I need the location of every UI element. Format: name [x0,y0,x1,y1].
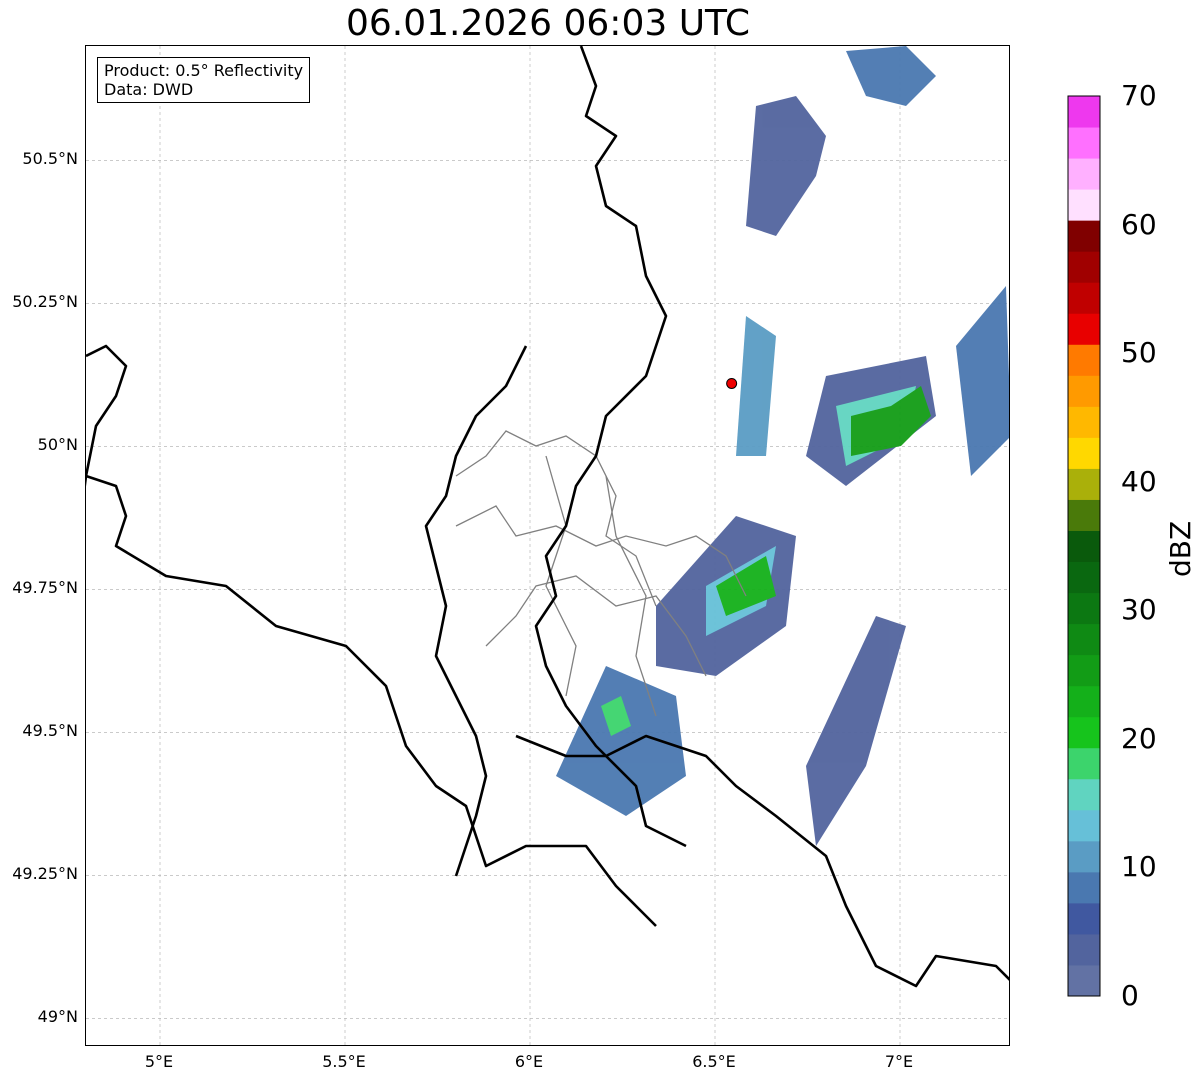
echo-band-far-east [956,286,1009,476]
plot-title: 06.01.2026 06:03 UTC [345,3,751,44]
country-borders [86,46,1009,988]
lat-tick-label: 50°N [37,435,78,455]
colorbar-segment [1068,375,1100,407]
colorbar-tick-label: 40 [1121,464,1157,498]
colorbar-segment [1068,623,1100,656]
echo-band-west [736,316,776,456]
colorbar-segment [1068,158,1100,190]
colorbar-segment [1068,189,1100,221]
border-lux-west [424,345,528,877]
colorbar-segment [1068,592,1100,625]
lon-tick-label: 6.5°E [692,1052,736,1071]
colorbar-segment [1068,344,1100,376]
colorbar-segment [1068,437,1100,469]
lat-tick-label: 49°N [37,1007,78,1027]
echo-band-north [746,96,826,236]
colorbar-segment [1068,468,1100,500]
colorbar-tick-label: 30 [1121,593,1157,627]
colorbar-segment [1068,127,1100,159]
lat-tick-label: 50.25°N [12,292,78,312]
colorbar-segment [1068,251,1100,283]
colorbar-segment [1068,902,1100,935]
map-canvas [86,46,1009,1045]
echo-northeast-strip [846,46,936,106]
border-france-north [86,474,657,927]
radar-figure: 06.01.2026 06:03 UTC Product: 0.5° Refle… [0,0,1202,1081]
colorbar-segment [1068,282,1100,314]
lon-tick-label: 6°E [514,1052,544,1071]
colorbar-segment [1068,654,1100,687]
colorbar-segment [1068,716,1100,749]
precipitation-echoes [556,46,1009,846]
colorbar-segment [1068,809,1100,842]
radar-site-marker [726,377,738,389]
lat-tick-label: 49.5°N [22,721,78,741]
colorbar-segment [1068,96,1100,128]
colorbar-segment [1068,685,1100,718]
echo-south-outer [556,666,686,816]
product-label: Product: 0.5° Reflectivity [104,61,304,80]
colorbar-segment [1068,561,1100,594]
colorbar-segment [1068,840,1100,873]
echo-band-southeast [806,616,906,846]
colorbar-tick-label: 60 [1121,207,1157,241]
border-be-west [86,344,128,487]
colorbar-tick-label: 0 [1121,979,1139,1012]
lat-tick-label: 50.5°N [22,149,78,169]
colorbar-segment [1068,747,1100,780]
colorbar-segment [1068,964,1100,997]
colorbar-segment [1068,778,1100,811]
data-source-label: Data: DWD [104,80,194,99]
colorbar [1067,95,1101,997]
lon-tick-label: 7°E [884,1052,914,1071]
lat-tick-label: 49.75°N [12,578,78,598]
radar-site-layer [726,377,738,389]
colorbar-segment [1068,933,1100,966]
product-info-box: Product: 0.5° Reflectivity Data: DWD [97,57,311,103]
colorbar-tick-label: 70 [1121,79,1157,112]
colorbar-segment [1068,220,1100,252]
colorbar-tick-label: 20 [1121,721,1157,755]
lon-tick-label: 5.5°E [322,1052,366,1071]
gridlines [86,46,1009,1045]
colorbar-segment [1068,499,1100,531]
colorbar-segment [1068,871,1100,904]
colorbar-segment [1068,406,1100,438]
colorbar-tick-label: 10 [1121,850,1157,884]
lat-tick-label: 49.25°N [12,864,78,884]
map-area [85,45,1010,1046]
colorbar-segment [1068,530,1100,563]
lon-tick-label: 5°E [144,1052,174,1071]
colorbar-tick-label: 50 [1121,336,1157,370]
colorbar-segment [1068,313,1100,345]
colorbar-title: dBZ [1164,520,1197,577]
